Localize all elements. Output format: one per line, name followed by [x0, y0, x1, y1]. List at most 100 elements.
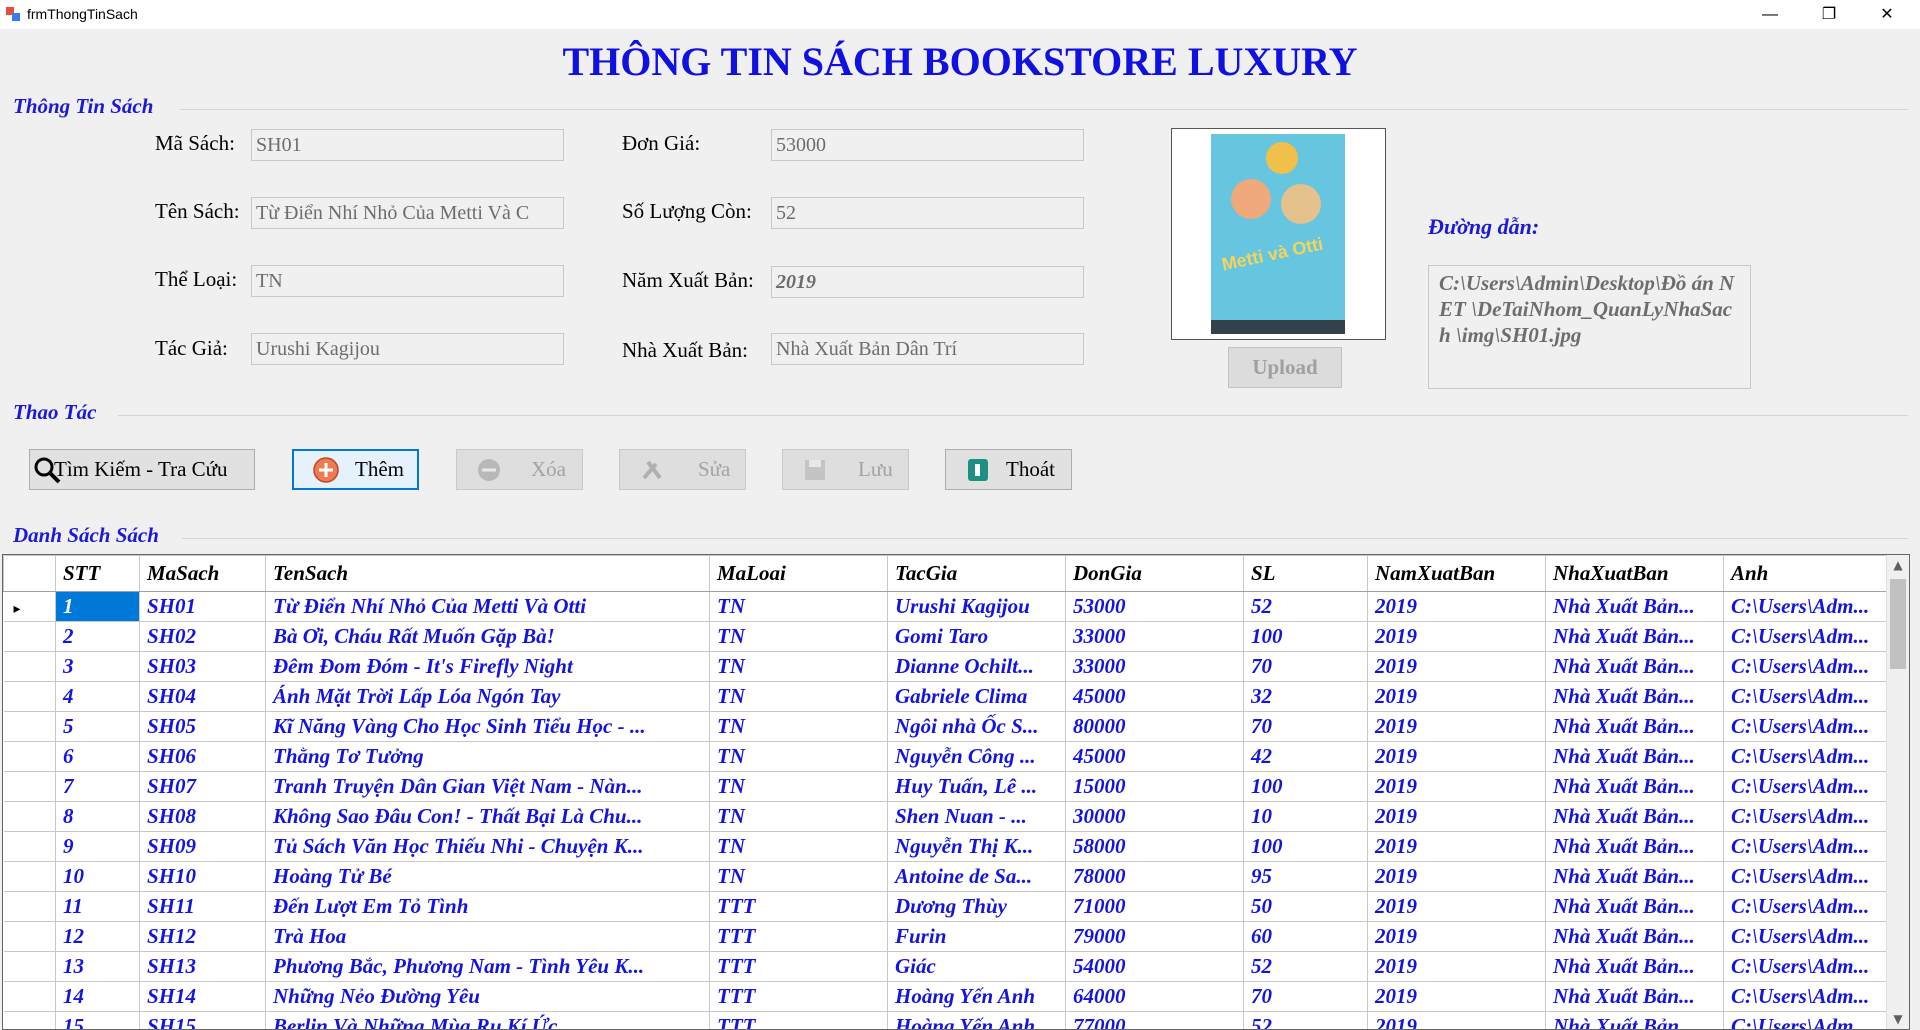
- column-header-maloai[interactable]: MaLoai: [709, 555, 888, 592]
- table-cell-anh[interactable]: C:\Users\Adm...: [1723, 981, 1890, 1012]
- table-row[interactable]: 10 SH10 Hoàng Tử Bé TN Antoine de Sa... 78000…: [3, 861, 1890, 892]
- table-cell-tacgia[interactable]: Shen Nuan - ...: [887, 801, 1066, 832]
- table-cell-stt[interactable]: 5: [55, 711, 140, 742]
- edit-button[interactable]: Sửa: [619, 449, 746, 490]
- table-cell-stt[interactable]: 15: [55, 1011, 140, 1029]
- column-header-tensach[interactable]: TenSach: [265, 555, 710, 592]
- row-header[interactable]: [3, 771, 56, 802]
- table-cell-dongia[interactable]: 53000: [1065, 591, 1244, 622]
- table-cell-dongia[interactable]: 80000: [1065, 711, 1244, 742]
- table-cell-stt[interactable]: 8: [55, 801, 140, 832]
- exit-button[interactable]: Thoát: [945, 449, 1072, 490]
- table-cell-maloai[interactable]: TN: [709, 681, 888, 712]
- table-cell-nhaxuatban[interactable]: Nhà Xuất Bản...: [1545, 681, 1724, 712]
- table-cell-masach[interactable]: SH07: [139, 771, 266, 802]
- column-header-namxuatban[interactable]: NamXuatBan: [1367, 555, 1546, 592]
- table-cell-nhaxuatban[interactable]: Nhà Xuất Bản...: [1545, 771, 1724, 802]
- table-cell-tacgia[interactable]: Hoàng Yến Anh: [887, 981, 1066, 1012]
- row-header[interactable]: [3, 1011, 56, 1029]
- table-cell-namxuatban[interactable]: 2019: [1367, 591, 1546, 622]
- table-cell-tensach[interactable]: Bà Ơi, Cháu Rất Muốn Gặp Bà!: [265, 621, 710, 652]
- table-cell-anh[interactable]: C:\Users\Adm...: [1723, 951, 1890, 982]
- don-gia-field[interactable]: 53000: [771, 129, 1084, 161]
- table-cell-sl[interactable]: 95: [1243, 861, 1368, 892]
- table-cell-sl[interactable]: 60: [1243, 921, 1368, 952]
- table-cell-masach[interactable]: SH05: [139, 711, 266, 742]
- search-button[interactable]: Tìm Kiếm - Tra Cứu: [29, 449, 255, 490]
- row-header[interactable]: [3, 921, 56, 952]
- table-cell-namxuatban[interactable]: 2019: [1367, 621, 1546, 652]
- scroll-up-arrow-icon[interactable]: ▲: [1887, 555, 1909, 575]
- nam-xb-field[interactable]: 2019: [771, 266, 1084, 298]
- table-cell-anh[interactable]: C:\Users\Adm...: [1723, 711, 1890, 742]
- table-cell-anh[interactable]: C:\Users\Adm...: [1723, 861, 1890, 892]
- table-cell-sl[interactable]: 42: [1243, 741, 1368, 772]
- row-header[interactable]: [3, 711, 56, 742]
- row-header[interactable]: [3, 951, 56, 982]
- table-cell-nhaxuatban[interactable]: Nhà Xuất Bản...: [1545, 861, 1724, 892]
- save-button[interactable]: Lưu: [782, 449, 909, 490]
- table-cell-sl[interactable]: 10: [1243, 801, 1368, 832]
- table-cell-anh[interactable]: C:\Users\Adm...: [1723, 771, 1890, 802]
- table-cell-masach[interactable]: SH04: [139, 681, 266, 712]
- table-cell-tensach[interactable]: Kĩ Năng Vàng Cho Học Sinh Tiểu Học - ...: [265, 711, 710, 742]
- table-cell-tacgia[interactable]: Giác: [887, 951, 1066, 982]
- scroll-down-arrow-icon[interactable]: ▼: [1887, 1009, 1909, 1029]
- add-button[interactable]: Thêm: [292, 449, 419, 490]
- table-cell-tensach[interactable]: Đến Lượt Em Tỏ Tình: [265, 891, 710, 922]
- books-datagrid[interactable]: STT MaSach TenSach MaLoai TacGia DonGia SL NamX…: [2, 554, 1910, 1030]
- row-header[interactable]: [3, 981, 56, 1012]
- table-cell-tacgia[interactable]: Gabriele Clima: [887, 681, 1066, 712]
- table-cell-stt[interactable]: 3: [55, 651, 140, 682]
- table-cell-dongia[interactable]: 45000: [1065, 681, 1244, 712]
- table-cell-stt[interactable]: 7: [55, 771, 140, 802]
- row-header[interactable]: ▸: [3, 591, 56, 622]
- table-cell-namxuatban[interactable]: 2019: [1367, 861, 1546, 892]
- path-field[interactable]: C:\Users\Admin\Desktop\Đồ án NET \DeTaiN…: [1428, 265, 1751, 389]
- table-cell-maloai[interactable]: TTT: [709, 891, 888, 922]
- table-cell-tensach[interactable]: Không Sao Đâu Con! - Thất Bại Là Chu...: [265, 801, 710, 832]
- table-cell-anh[interactable]: C:\Users\Adm...: [1723, 831, 1890, 862]
- table-cell-masach[interactable]: SH08: [139, 801, 266, 832]
- table-cell-maloai[interactable]: TN: [709, 621, 888, 652]
- table-cell-maloai[interactable]: TN: [709, 591, 888, 622]
- table-cell-sl[interactable]: 70: [1243, 651, 1368, 682]
- table-cell-anh[interactable]: C:\Users\Adm...: [1723, 1011, 1890, 1029]
- table-cell-sl[interactable]: 100: [1243, 771, 1368, 802]
- table-row[interactable]: ▸ 1 SH01 Từ Điển Nhí Nhỏ Của Metti Và Otti T…: [3, 591, 1890, 622]
- table-cell-dongia[interactable]: 33000: [1065, 651, 1244, 682]
- table-cell-anh[interactable]: C:\Users\Adm...: [1723, 651, 1890, 682]
- table-cell-tensach[interactable]: Ánh Mặt Trời Lấp Lóa Ngón Tay: [265, 681, 710, 712]
- table-cell-masach[interactable]: SH10: [139, 861, 266, 892]
- table-cell-namxuatban[interactable]: 2019: [1367, 651, 1546, 682]
- table-cell-namxuatban[interactable]: 2019: [1367, 921, 1546, 952]
- table-cell-dongia[interactable]: 71000: [1065, 891, 1244, 922]
- table-cell-sl[interactable]: 32: [1243, 681, 1368, 712]
- table-cell-tensach[interactable]: Thằng Tơ Tưởng: [265, 741, 710, 772]
- table-cell-namxuatban[interactable]: 2019: [1367, 891, 1546, 922]
- table-cell-masach[interactable]: SH01: [139, 591, 266, 622]
- table-cell-masach[interactable]: SH09: [139, 831, 266, 862]
- table-row[interactable]: 9 SH09 Tủ Sách Văn Học Thiếu Nhi - Chuyện …: [3, 831, 1890, 862]
- table-cell-sl[interactable]: 52: [1243, 951, 1368, 982]
- minimize-button[interactable]: —: [1747, 0, 1793, 29]
- table-cell-maloai[interactable]: TTT: [709, 1011, 888, 1029]
- row-header[interactable]: [3, 681, 56, 712]
- table-cell-maloai[interactable]: TN: [709, 651, 888, 682]
- table-cell-tacgia[interactable]: Hoàng Yến Anh: [887, 1011, 1066, 1029]
- restore-button[interactable]: ❐: [1806, 0, 1852, 29]
- table-cell-stt[interactable]: 9: [55, 831, 140, 862]
- table-cell-sl[interactable]: 52: [1243, 1011, 1368, 1029]
- table-cell-maloai[interactable]: TN: [709, 741, 888, 772]
- table-cell-tensach[interactable]: Đêm Đom Đóm - It's Firefly Night: [265, 651, 710, 682]
- table-cell-tacgia[interactable]: Ngôi nhà Ốc S...: [887, 711, 1066, 742]
- table-cell-tensach[interactable]: Trà Hoa: [265, 921, 710, 952]
- tac-gia-field[interactable]: Urushi Kagijou: [251, 333, 564, 365]
- row-header[interactable]: [3, 741, 56, 772]
- table-cell-nhaxuatban[interactable]: Nhà Xuất Bản...: [1545, 1011, 1724, 1029]
- table-cell-stt[interactable]: 12: [55, 921, 140, 952]
- column-header-stt[interactable]: STT: [55, 555, 140, 592]
- table-cell-dongia[interactable]: 58000: [1065, 831, 1244, 862]
- table-cell-nhaxuatban[interactable]: Nhà Xuất Bản...: [1545, 651, 1724, 682]
- table-cell-sl[interactable]: 52: [1243, 591, 1368, 622]
